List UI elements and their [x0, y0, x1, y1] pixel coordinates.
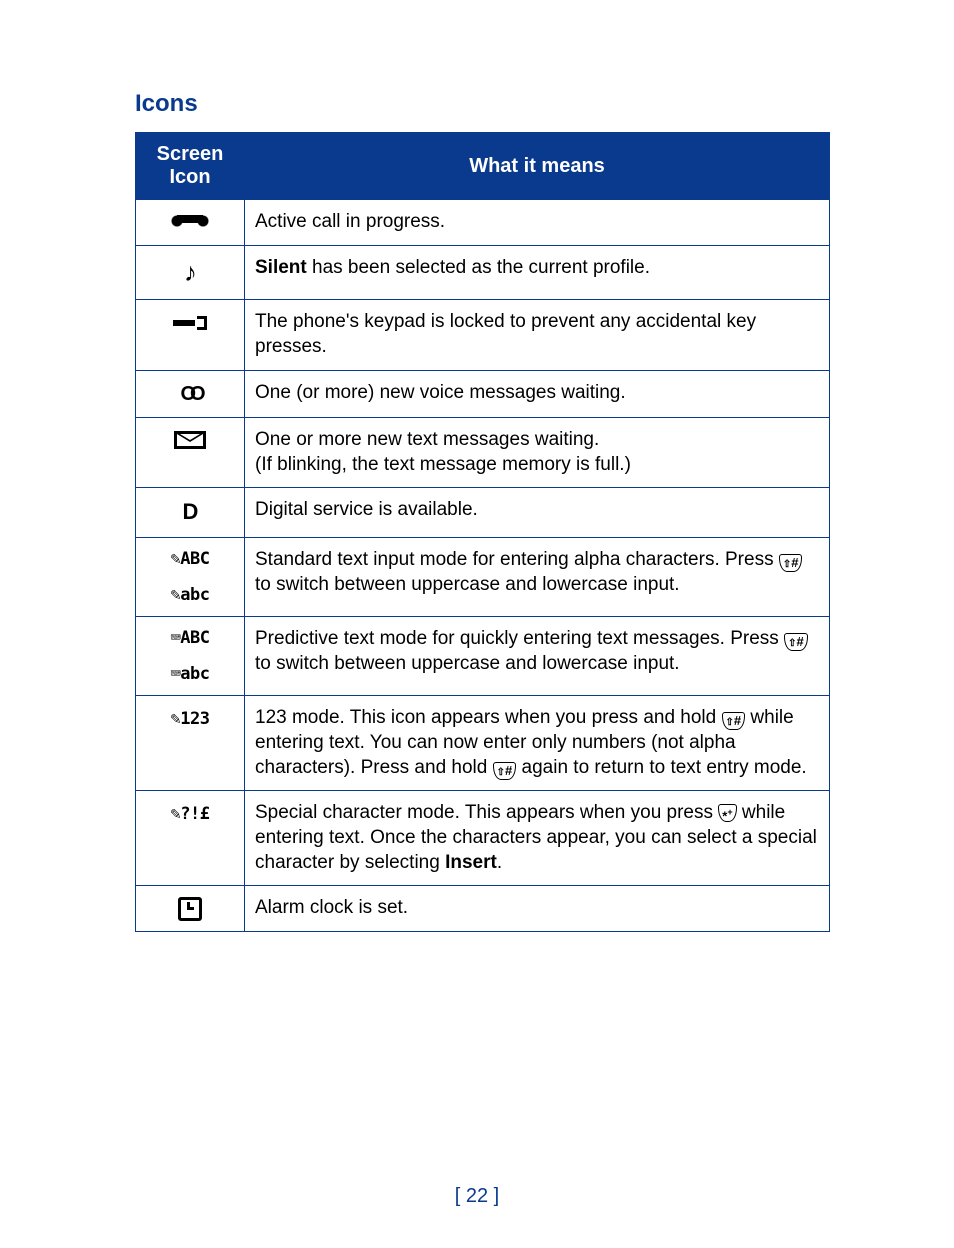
meaning-cell: Digital service is available. — [245, 488, 830, 538]
meaning-cell: Special character mode. This appears whe… — [245, 791, 830, 886]
meaning-cell: The phone's keypad is locked to prevent … — [245, 300, 830, 370]
table-row: ✎?!£Special character mode. This appears… — [136, 791, 830, 886]
special-char-mode-icon: ✎?!£ — [136, 791, 245, 886]
voicemail-icon: OO — [136, 370, 245, 417]
active-call-icon — [136, 200, 245, 246]
meaning-cell: One (or more) new voice messages waiting… — [245, 370, 830, 417]
header-meaning: What it means — [245, 133, 830, 200]
silent-profile-icon: ♪ — [136, 245, 245, 300]
table-row: DDigital service is available. — [136, 488, 830, 538]
page-number: [ 22 ] — [0, 1185, 954, 1208]
predictive-text-mode-icon: ⌨ABC⌨abc — [136, 617, 245, 696]
meaning-cell: Standard text input mode for entering al… — [245, 537, 830, 616]
table-row: ⌨ABC⌨abcPredictive text mode for quickly… — [136, 617, 830, 696]
section-title: Icons — [135, 90, 894, 118]
table-row: The phone's keypad is locked to prevent … — [136, 300, 830, 370]
table-row: ♪Silent has been selected as the current… — [136, 245, 830, 300]
header-icon: Screen Icon — [136, 133, 245, 200]
meaning-cell: Silent has been selected as the current … — [245, 245, 830, 300]
meaning-cell: 123 mode. This icon appears when you pre… — [245, 696, 830, 791]
text-message-icon — [136, 417, 245, 487]
meaning-cell: One or more new text messages waiting.(I… — [245, 417, 830, 487]
table-row: ✎ABC✎abcStandard text input mode for ent… — [136, 537, 830, 616]
table-row: Active call in progress. — [136, 200, 830, 246]
meaning-cell: Predictive text mode for quickly enterin… — [245, 617, 830, 696]
digital-service-icon: D — [136, 488, 245, 538]
table-row: Alarm clock is set. — [136, 886, 830, 932]
table-row: ✎123123 mode. This icon appears when you… — [136, 696, 830, 791]
number-mode-icon: ✎123 — [136, 696, 245, 791]
standard-text-mode-icon: ✎ABC✎abc — [136, 537, 245, 616]
alarm-set-icon — [136, 886, 245, 932]
table-row: One or more new text messages waiting.(I… — [136, 417, 830, 487]
table-row: OOOne (or more) new voice messages waiti… — [136, 370, 830, 417]
keypad-locked-icon — [136, 300, 245, 370]
meaning-cell: Active call in progress. — [245, 200, 830, 246]
icons-table: Screen Icon What it means Active call in… — [135, 132, 830, 932]
meaning-cell: Alarm clock is set. — [245, 886, 830, 932]
